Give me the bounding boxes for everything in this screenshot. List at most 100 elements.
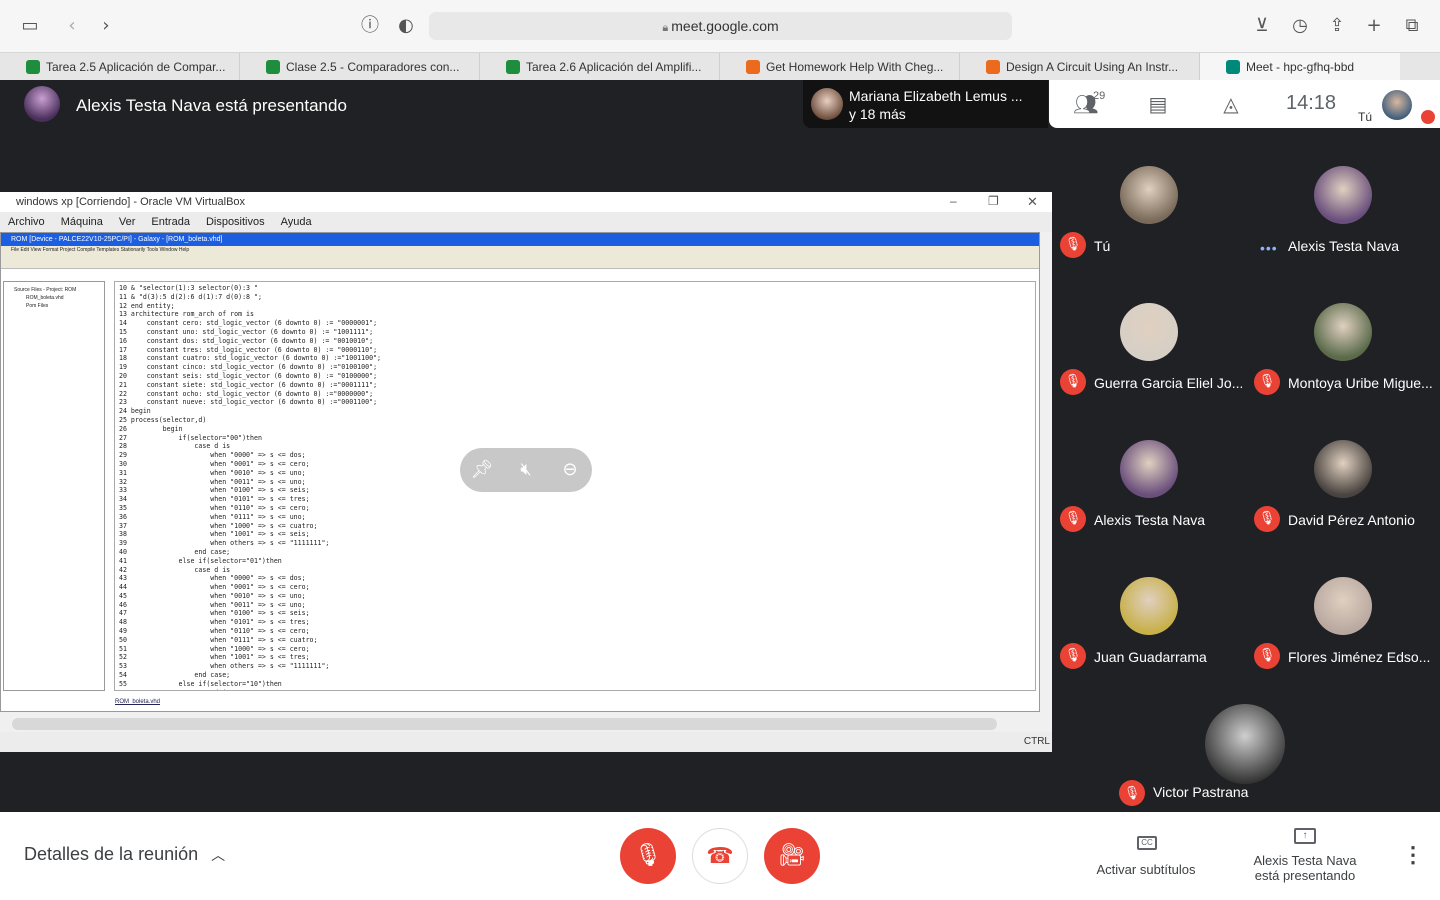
browser-tab[interactable]: Tarea 2.6 Aplicación del Amplifi... xyxy=(480,53,720,81)
captions-label[interactable]: Activar subtítulos xyxy=(1086,862,1206,877)
participant-name: David Pérez Antonio xyxy=(1288,512,1415,528)
browser-tab[interactable]: Design A Circuit Using An Instr... xyxy=(960,53,1200,81)
activities-icon[interactable]: ◬ xyxy=(1219,92,1243,116)
participant-name: Flores Jiménez Edso... xyxy=(1288,649,1431,665)
bottom-bar: Detalles de la reunión ︿ 🎙︎ ☎︎ 🎥︎ CC Act… xyxy=(0,812,1440,900)
code-line: 56 case d is xyxy=(119,689,1035,690)
code-line: 53 when others => s <= "1111111"; xyxy=(119,662,330,671)
mic-off-icon: 🎙︎ xyxy=(1254,369,1280,395)
tab-favicon xyxy=(506,60,520,74)
self-label: Tú xyxy=(1358,110,1373,124)
more-options-icon[interactable]: ⋮ xyxy=(1402,842,1424,868)
participant-tile[interactable]: 🎙︎ Tú xyxy=(1052,128,1246,265)
participant-name: Alexis Testa Nava xyxy=(1288,238,1400,254)
vbox-menu: Archivo Máquina Ver Entrada Dispositivos Ayud… xyxy=(0,212,1052,232)
tab-favicon xyxy=(986,60,1000,74)
self-avatar[interactable] xyxy=(1382,90,1412,120)
code-line: 23 constant nueve: std_logic_vector (6 d… xyxy=(119,398,378,407)
mic-off-icon: 🎙︎ xyxy=(1060,369,1086,395)
tab-label: Clase 2.5 - Comparadores con... xyxy=(286,60,460,74)
address-bar[interactable]: 🔒︎ meet.google.com xyxy=(429,12,1012,40)
code-line: 49 when "0110" => s <= cero; xyxy=(119,627,310,636)
download-icon[interactable]: ⊻ xyxy=(1250,14,1274,38)
history-icon[interactable]: ◷ xyxy=(1288,14,1312,38)
browser-tab[interactable]: Get Homework Help With Cheg... xyxy=(720,53,960,81)
participant-tile[interactable]: 🎙︎ Victor Pastrana xyxy=(1111,676,1381,812)
back-icon[interactable]: ‹ xyxy=(60,14,84,38)
browser-tab[interactable]: Clase 2.5 - Comparadores con... xyxy=(240,53,480,81)
code-line: 19 constant cinco: std_logic_vector (6 d… xyxy=(119,363,378,372)
vbox-close[interactable]: ✕ xyxy=(1027,194,1038,210)
self-mute-badge xyxy=(1421,110,1435,124)
meeting-clock: 14:18 xyxy=(1286,92,1337,114)
presenting-label-2: está presentando xyxy=(1254,868,1356,883)
horizontal-scrollbar[interactable] xyxy=(12,718,997,730)
vbox-menu-item[interactable]: Dispositivos xyxy=(198,212,273,232)
presenting-label-1: Alexis Testa Nava xyxy=(1253,853,1357,868)
mute-audio-icon[interactable]: 🔇︎ xyxy=(514,458,538,482)
pinned-participants[interactable]: Mariana Elizabeth Lemus ... y 18 más xyxy=(803,80,1048,128)
participant-tile[interactable]: 🎙︎ Montoya Uribe Migue... xyxy=(1246,265,1440,402)
end-call-button[interactable]: ☎︎ xyxy=(692,828,748,884)
code-line: 39 when others => s <= "1111111"; xyxy=(119,539,330,548)
app-menu: File Edit View Format Project Compile Te… xyxy=(1,246,1039,255)
presentation-float-bar: 📌︎ 🔇︎ ⊖ xyxy=(460,448,592,492)
participant-name: Montoya Uribe Migue... xyxy=(1288,375,1433,391)
vbox-minimize[interactable]: – xyxy=(950,194,957,208)
mic-off-button[interactable]: 🎙︎ xyxy=(620,828,676,884)
tree-item[interactable]: Source Files - Project: ROM xyxy=(8,286,100,294)
tab-label: Meet - hpc-gfhq-bbd xyxy=(1246,60,1355,74)
participant-tile[interactable]: 🎙︎ Juan Guadarrama xyxy=(1052,539,1246,676)
participant-tile[interactable]: 🎙︎ David Pérez Antonio xyxy=(1246,402,1440,539)
share-icon[interactable]: ⇪ xyxy=(1325,14,1349,38)
captions-icon[interactable]: CC xyxy=(1137,836,1157,850)
meeting-details-button[interactable]: Detalles de la reunión ︿ xyxy=(24,844,225,865)
browser-tab[interactable]: Meet - hpc-gfhq-bbd xyxy=(1200,53,1400,81)
minimize-icon[interactable]: ⊖ xyxy=(558,458,582,482)
tree-item[interactable]: Pom Files xyxy=(8,302,100,310)
participant-tile[interactable]: ••• Alexis Testa Nava xyxy=(1246,128,1440,265)
code-line: 24 begin xyxy=(119,407,151,416)
participant-name: Guerra Garcia Eliel Jo... xyxy=(1094,375,1242,391)
camera-off-button[interactable]: 🎥︎ xyxy=(764,828,820,884)
vbox-restore[interactable]: ❐ xyxy=(988,194,999,208)
shield-icon[interactable]: ◐ xyxy=(394,14,418,38)
code-line: 50 when "0111" => s <= cuatro; xyxy=(119,635,318,644)
vbox-menu-item[interactable]: Archivo xyxy=(0,212,53,232)
chevron-up-icon: ︿ xyxy=(211,847,226,863)
participant-tile[interactable]: 🎙︎ Alexis Testa Nava xyxy=(1052,402,1246,539)
presenter-banner: Alexis Testa Nava está presentando xyxy=(76,96,347,115)
participant-tile[interactable]: 🎙︎ Flores Jiménez Edso... xyxy=(1246,539,1440,676)
code-line: 17 constant tres: std_logic_vector (6 do… xyxy=(119,345,378,354)
participant-tile[interactable]: 🎙︎ Guerra Garcia Eliel Jo... xyxy=(1052,265,1246,402)
participant-avatar xyxy=(1314,166,1372,224)
vbox-menu-item[interactable]: Máquina xyxy=(53,212,111,232)
code-line: 14 constant cero: std_logic_vector (6 do… xyxy=(119,319,378,328)
project-tree: Source Files - Project: ROM ROM_boleta.vh… xyxy=(3,281,105,691)
code-line: 47 when "0100" => s <= seis; xyxy=(119,609,310,618)
info-icon[interactable]: ⓘ xyxy=(358,14,382,38)
participant-avatar xyxy=(1120,577,1178,635)
participant-avatar xyxy=(1120,440,1178,498)
code-line: 45 when "0010" => s <= uno; xyxy=(119,591,306,600)
vbox-menu-item[interactable]: Ayuda xyxy=(273,212,320,232)
mic-off-icon: 🎙︎ xyxy=(1060,643,1086,669)
participant-avatar xyxy=(1120,303,1178,361)
vbox-title: windows xp [Corriendo] - Oracle VM Virtu… xyxy=(0,192,1052,212)
pin-icon[interactable]: 📌︎ xyxy=(470,458,494,482)
forward-icon[interactable]: › xyxy=(94,14,118,38)
chat-icon[interactable]: ▤ xyxy=(1146,92,1170,116)
browser-tab[interactable]: Tarea 2.5 Aplicación de Compar... xyxy=(0,53,240,81)
browser-toolbar: ▭ ‹ › ⓘ ◐ 🔒︎ meet.google.com ⊻ ◷ ⇪ + ⧉ xyxy=(0,0,1440,52)
new-tab-icon[interactable]: + xyxy=(1362,14,1386,38)
sidebar-icon[interactable]: ▭ xyxy=(18,14,42,38)
participant-avatar xyxy=(1314,440,1372,498)
code-line: 43 when "0000" => s <= dos; xyxy=(119,574,306,583)
tab-favicon xyxy=(1226,60,1240,74)
present-icon[interactable]: ↑ xyxy=(1294,828,1316,844)
vbox-menu-item[interactable]: Entrada xyxy=(143,212,198,232)
tab-overview-icon[interactable]: ⧉ xyxy=(1400,14,1424,38)
vbox-menu-item[interactable]: Ver xyxy=(111,212,144,232)
tree-item[interactable]: ROM_boleta.vhd xyxy=(8,294,100,302)
editor-tab[interactable]: ROM_boleta.vhd xyxy=(115,699,160,705)
